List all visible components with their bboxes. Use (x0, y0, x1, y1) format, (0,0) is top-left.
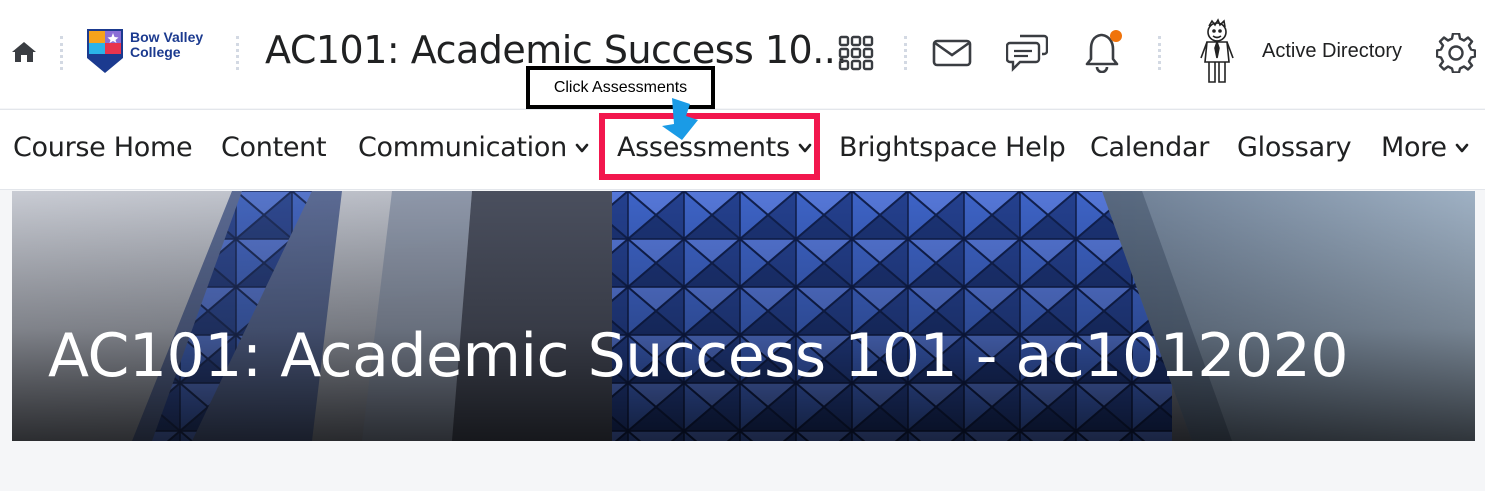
chevron-down-icon (1455, 143, 1469, 152)
nav-item-label: Glossary (1237, 132, 1352, 163)
nav-item-more[interactable]: More (1381, 132, 1469, 163)
mail-icon (932, 39, 972, 67)
separator (904, 36, 907, 70)
home-icon (12, 42, 36, 62)
subscription-alerts-button[interactable] (1004, 30, 1050, 74)
nav-item-label: Communication (358, 132, 567, 163)
nav-item-label: More (1381, 132, 1447, 163)
nav-item-communication[interactable]: Communication (358, 132, 589, 163)
logo-text-line2: College (130, 44, 181, 60)
separator (236, 36, 239, 70)
bell-icon (1085, 30, 1122, 73)
logo-mark (87, 29, 123, 73)
avatar (1200, 18, 1234, 83)
gear-icon (1436, 33, 1476, 73)
user-menu-button[interactable] (1195, 18, 1239, 86)
logo-text: Bow Valley College (130, 30, 203, 60)
nav-item-calendar[interactable]: Calendar (1090, 132, 1209, 163)
chat-icon (1006, 34, 1048, 72)
banner-image (12, 191, 1475, 441)
settings-button[interactable] (1434, 32, 1478, 74)
separator (1158, 36, 1161, 70)
user-name[interactable]: Active Directory (1262, 40, 1402, 63)
course-banner: AC101: Academic Success 101 - ac1012020 (12, 191, 1475, 441)
separator (60, 36, 63, 70)
top-bar: Bow Valley College AC101: Academic Succe… (0, 0, 1485, 108)
message-alerts-button[interactable] (930, 34, 974, 72)
banner-title: AC101: Academic Success 101 - ac1012020 (48, 321, 1349, 391)
chevron-down-icon (575, 143, 589, 152)
college-logo[interactable]: Bow Valley College (86, 28, 216, 76)
pointer-arrow-icon (662, 98, 698, 140)
nav-item-label: Brightspace Help (839, 132, 1066, 163)
nav-item-label: Content (221, 132, 327, 163)
page: Bow Valley College AC101: Academic Succe… (0, 0, 1485, 491)
nav-item-label: Calendar (1090, 132, 1210, 163)
nav-item-course-home[interactable]: Course Home (13, 132, 193, 163)
logo-text-line1: Bow Valley (130, 29, 204, 45)
update-alerts-button[interactable] (1082, 28, 1124, 74)
tutorial-highlight-box (599, 113, 820, 180)
waffle-grid-icon (838, 35, 874, 71)
home-button[interactable] (10, 38, 38, 66)
course-selector-button[interactable] (836, 33, 876, 73)
nav-item-brightspace-help[interactable]: Brightspace Help (839, 132, 1066, 163)
nav-item-glossary[interactable]: Glossary (1237, 132, 1352, 163)
nav-item-label: Course Home (13, 132, 193, 163)
notification-dot (1110, 30, 1122, 42)
nav-item-content[interactable]: Content (221, 132, 327, 163)
